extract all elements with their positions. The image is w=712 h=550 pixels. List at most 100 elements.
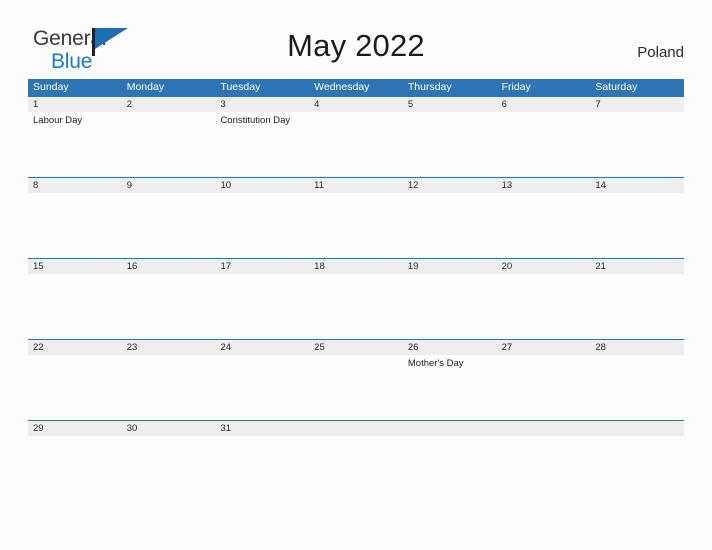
day-number[interactable]: 7 xyxy=(590,97,684,112)
week-date-band: 22 23 24 25 26 27 28 xyxy=(28,339,684,355)
day-cell[interactable] xyxy=(28,355,122,419)
week-date-band: 8 9 10 11 12 13 14 xyxy=(28,177,684,193)
day-cell[interactable] xyxy=(403,112,497,176)
day-cell[interactable] xyxy=(215,274,309,338)
day-number[interactable]: 21 xyxy=(590,259,684,274)
day-cell[interactable] xyxy=(590,436,684,460)
weekday-header-wednesday: Wednesday xyxy=(314,81,370,93)
region-label: Poland xyxy=(637,44,684,61)
day-number[interactable]: 22 xyxy=(28,340,122,355)
weekday-header-sunday: Sunday xyxy=(33,81,69,93)
weekday-header-saturday: Saturday xyxy=(595,81,638,93)
day-number[interactable]: 31 xyxy=(215,421,309,436)
week-event-band xyxy=(28,436,684,460)
calendar-week-row: 29 30 31 xyxy=(28,420,684,460)
day-number[interactable]: 1 xyxy=(28,97,122,112)
week-date-band: 29 30 31 xyxy=(28,420,684,436)
calendar-table: Sunday Monday Tuesday Wednesday Thursday… xyxy=(28,79,684,460)
day-cell[interactable] xyxy=(122,355,216,419)
day-cell[interactable] xyxy=(590,274,684,338)
day-cell[interactable] xyxy=(309,112,403,176)
day-cell[interactable] xyxy=(590,112,684,176)
day-number[interactable]: 9 xyxy=(122,178,216,193)
event-label: Labour Day xyxy=(33,115,83,126)
day-number[interactable]: 2 xyxy=(122,97,216,112)
day-number[interactable]: 10 xyxy=(215,178,309,193)
day-cell[interactable] xyxy=(497,112,591,176)
event-label: Constitution Day xyxy=(220,115,291,126)
day-number[interactable]: 17 xyxy=(215,259,309,274)
day-number[interactable]: 26 xyxy=(403,340,497,355)
day-number[interactable]: 14 xyxy=(590,178,684,193)
day-cell[interactable] xyxy=(497,193,591,257)
calendar-week-row: 22 23 24 25 26 27 28 Mother's Day xyxy=(28,339,684,420)
day-number[interactable]: 27 xyxy=(497,340,591,355)
day-number[interactable]: 12 xyxy=(403,178,497,193)
day-number[interactable] xyxy=(403,421,497,436)
weekday-header-row: Sunday Monday Tuesday Wednesday Thursday… xyxy=(28,79,684,96)
week-event-band xyxy=(28,193,684,257)
day-number[interactable]: 20 xyxy=(497,259,591,274)
week-event-band: Mother's Day xyxy=(28,355,684,419)
day-number[interactable]: 18 xyxy=(309,259,403,274)
day-cell[interactable] xyxy=(122,436,216,460)
day-cell[interactable] xyxy=(497,436,591,460)
day-cell[interactable] xyxy=(28,436,122,460)
day-number[interactable]: 29 xyxy=(28,421,122,436)
weekday-header-friday: Friday xyxy=(501,81,531,93)
day-cell[interactable]: Constitution Day xyxy=(215,112,309,176)
day-cell[interactable] xyxy=(590,193,684,257)
day-number[interactable]: 30 xyxy=(122,421,216,436)
day-number[interactable]: 15 xyxy=(28,259,122,274)
day-cell[interactable] xyxy=(122,112,216,176)
day-number[interactable] xyxy=(497,421,591,436)
day-cell[interactable] xyxy=(309,436,403,460)
day-number[interactable]: 4 xyxy=(309,97,403,112)
day-number[interactable]: 24 xyxy=(215,340,309,355)
weekday-header-thursday: Thursday xyxy=(407,81,452,93)
day-number[interactable]: 23 xyxy=(122,340,216,355)
day-number[interactable] xyxy=(590,421,684,436)
weekday-header-tuesday: Tuesday xyxy=(220,81,261,93)
day-cell[interactable] xyxy=(497,355,591,419)
page-header: General Blue May 2022 Poland xyxy=(0,0,712,72)
day-cell[interactable] xyxy=(28,193,122,257)
day-cell[interactable] xyxy=(309,355,403,419)
day-cell[interactable] xyxy=(215,193,309,257)
week-event-band xyxy=(28,274,684,338)
day-cell[interactable]: Mother's Day xyxy=(403,355,497,419)
day-cell[interactable] xyxy=(28,274,122,338)
day-cell[interactable] xyxy=(403,436,497,460)
week-date-band: 1 2 3 4 5 6 7 xyxy=(28,96,684,112)
calendar-week-row: 8 9 10 11 12 13 14 xyxy=(28,177,684,258)
page-title: May 2022 xyxy=(287,28,425,63)
day-cell[interactable] xyxy=(497,274,591,338)
day-number[interactable] xyxy=(309,421,403,436)
day-number[interactable]: 8 xyxy=(28,178,122,193)
calendar-week-row: 1 2 3 4 5 6 7 Labour Day Constitution Da… xyxy=(28,96,684,177)
week-event-band: Labour Day Constitution Day xyxy=(28,112,684,176)
weekday-header-monday: Monday xyxy=(126,81,165,93)
day-number[interactable]: 5 xyxy=(403,97,497,112)
day-cell[interactable] xyxy=(309,193,403,257)
day-number[interactable]: 28 xyxy=(590,340,684,355)
week-date-band: 15 16 17 18 19 20 21 xyxy=(28,258,684,274)
day-number[interactable]: 25 xyxy=(309,340,403,355)
day-number[interactable]: 6 xyxy=(497,97,591,112)
day-cell[interactable]: Labour Day xyxy=(28,112,122,176)
event-label: Mother's Day xyxy=(407,358,464,369)
day-number[interactable]: 19 xyxy=(403,259,497,274)
day-cell[interactable] xyxy=(309,274,403,338)
day-cell[interactable] xyxy=(215,436,309,460)
day-cell[interactable] xyxy=(122,274,216,338)
day-number[interactable]: 16 xyxy=(122,259,216,274)
day-cell[interactable] xyxy=(215,355,309,419)
calendar-week-row: 15 16 17 18 19 20 21 xyxy=(28,258,684,339)
day-cell[interactable] xyxy=(122,193,216,257)
day-number[interactable]: 13 xyxy=(497,178,591,193)
day-cell[interactable] xyxy=(590,355,684,419)
day-cell[interactable] xyxy=(403,193,497,257)
day-number[interactable]: 11 xyxy=(309,178,403,193)
day-cell[interactable] xyxy=(403,274,497,338)
day-number[interactable]: 3 xyxy=(215,97,309,112)
